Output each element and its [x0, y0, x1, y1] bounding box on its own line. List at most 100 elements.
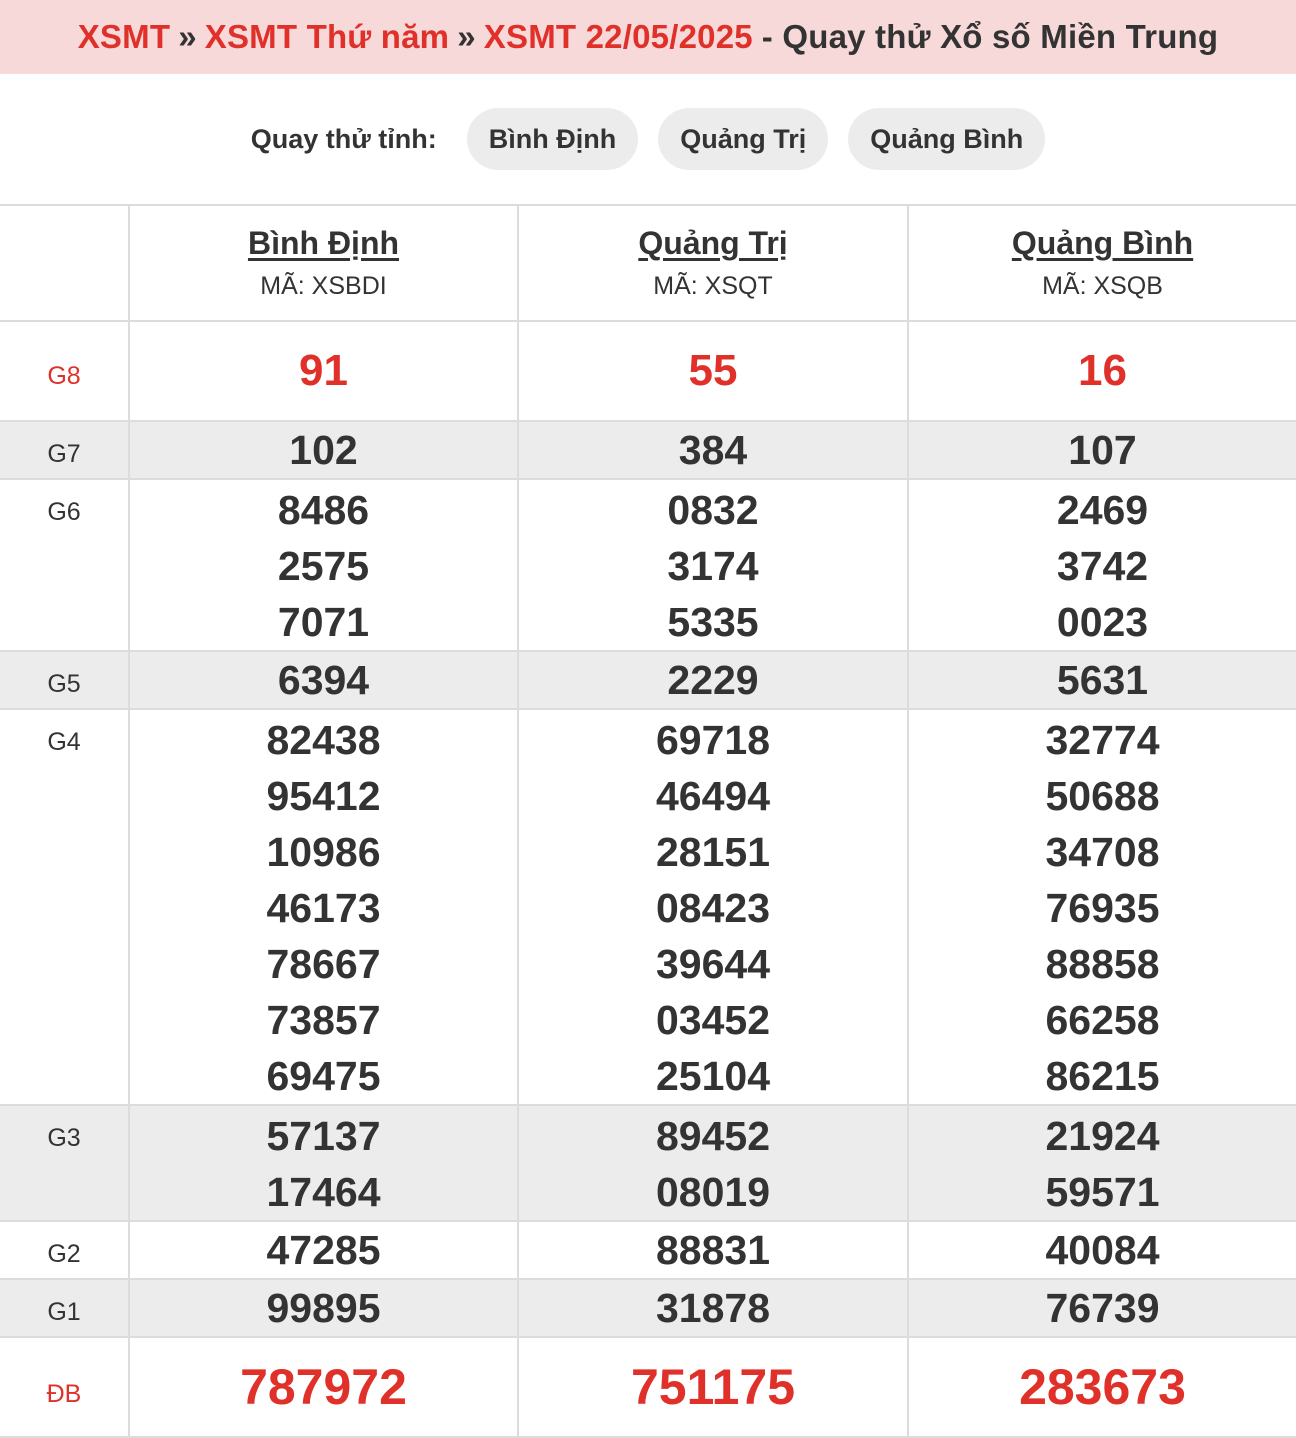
- result-cell: 21924 59571: [907, 1104, 1296, 1222]
- prize-row-g2: G2 47285 88831 40084: [0, 1220, 1296, 1280]
- result-number: 5335: [667, 599, 759, 645]
- result-number: 3174: [667, 543, 759, 589]
- result-cell: 91: [128, 320, 519, 422]
- result-number: 2575: [277, 543, 370, 589]
- result-cell: 32774 50688 34708 76935 88858 66258 86215: [907, 708, 1296, 1106]
- result-cell: 82438 95412 10986 46173 78667 73857 69475: [128, 708, 519, 1106]
- result-number: 78667: [266, 941, 381, 987]
- province-button-quang-binh[interactable]: Quảng Bình: [848, 108, 1046, 170]
- prize-label: G5: [0, 650, 130, 710]
- result-number: 76935: [1045, 885, 1160, 931]
- prize-row-db: ĐB 787972 751175 283673: [0, 1336, 1296, 1438]
- result-cell: 76739: [907, 1278, 1296, 1338]
- page-header: XSMT » XSMT Thứ năm » XSMT 22/05/2025 - …: [0, 0, 1296, 74]
- result-number: 16: [1078, 346, 1127, 395]
- prize-label: G4: [0, 708, 130, 1106]
- result-cell: 40084: [907, 1220, 1296, 1280]
- result-cell: 2469 3742 0023: [907, 478, 1296, 652]
- result-number: 82438: [266, 717, 381, 763]
- result-number: 17464: [266, 1169, 381, 1215]
- province-picker: Quay thử tỉnh: Bình Định Quảng Trị Quảng…: [0, 74, 1296, 206]
- province-link-binh-dinh[interactable]: Bình Định: [130, 225, 517, 262]
- result-number: 86215: [1045, 1053, 1160, 1099]
- result-number: 2229: [667, 657, 759, 703]
- result-number: 91: [299, 346, 348, 395]
- result-number: 107: [1068, 427, 1137, 473]
- result-number: 34708: [1045, 829, 1160, 875]
- prize-label: ĐB: [0, 1336, 130, 1438]
- prize-rows: G8 91 55 16 G7 102 384 107 G6 8486 2575 7071 0832 317…: [0, 320, 1296, 1438]
- result-number: 55: [688, 346, 738, 395]
- prize-label: G2: [0, 1220, 130, 1280]
- prize-row-g7: G7 102 384 107: [0, 420, 1296, 480]
- province-link-quang-binh[interactable]: Quảng Bình: [909, 225, 1296, 262]
- result-cell: 8486 2575 7071: [128, 478, 519, 652]
- province-button-binh-dinh[interactable]: Bình Định: [466, 108, 639, 170]
- result-number: 76739: [1045, 1285, 1160, 1331]
- result-number: 66258: [1045, 997, 1160, 1043]
- prize-row-g3: G3 57137 17464 89452 08019 21924 59571: [0, 1104, 1296, 1222]
- province-header: Quảng Trị MÃ: XSQT: [517, 206, 909, 322]
- breadcrumb-separator: »: [457, 18, 476, 55]
- result-number: 6394: [277, 657, 370, 703]
- result-number: 08423: [655, 885, 770, 931]
- result-number: 25104: [655, 1053, 770, 1099]
- result-number: 89452: [655, 1113, 770, 1159]
- result-cell: 16: [907, 320, 1296, 422]
- result-cell: 102: [128, 420, 519, 480]
- result-cell: 107: [907, 420, 1296, 480]
- results-table: Bình Định MÃ: XSBDI Quảng Trị MÃ: XSQT Q…: [0, 206, 1296, 1438]
- breadcrumb-xsmt-thu-nam[interactable]: XSMT Thứ năm: [205, 18, 449, 56]
- breadcrumb-xsmt-date[interactable]: XSMT 22/05/2025: [484, 18, 753, 56]
- province-link-quang-tri[interactable]: Quảng Trị: [519, 225, 907, 262]
- result-cell: 47285: [128, 1220, 519, 1280]
- result-number: 47285: [266, 1227, 381, 1273]
- result-cell: 751175: [517, 1336, 909, 1438]
- breadcrumb-separator: »: [178, 18, 197, 55]
- result-cell: 2229: [517, 650, 909, 710]
- result-number: 69718: [655, 717, 770, 763]
- province-header: Bình Định MÃ: XSBDI: [128, 206, 519, 322]
- result-number: 2469: [1056, 487, 1149, 533]
- picker-label: Quay thử tỉnh:: [250, 123, 437, 154]
- result-number: 384: [678, 427, 748, 473]
- result-number: 31878: [655, 1285, 770, 1331]
- result-cell: 5631: [907, 650, 1296, 710]
- result-cell: 99895: [128, 1278, 519, 1338]
- page-title-suffix: - Quay thử Xổ số Miền Trung: [761, 18, 1219, 55]
- breadcrumb-xsmt[interactable]: XSMT: [78, 18, 170, 56]
- result-cell: 384: [517, 420, 909, 480]
- province-button-quang-tri[interactable]: Quảng Trị: [658, 108, 829, 170]
- result-number: 46494: [655, 773, 770, 819]
- result-number: 28151: [655, 829, 770, 875]
- result-number: 7071: [277, 599, 370, 645]
- table-header-row: Bình Định MÃ: XSBDI Quảng Trị MÃ: XSQT Q…: [0, 206, 1296, 322]
- prize-row-g5: G5 6394 2229 5631: [0, 650, 1296, 710]
- result-number: 69475: [266, 1053, 381, 1099]
- result-number: 0832: [667, 487, 759, 533]
- result-number: 57137: [266, 1113, 381, 1159]
- result-number: 0023: [1056, 599, 1149, 645]
- result-number: 99895: [266, 1285, 381, 1331]
- result-number: 751175: [630, 1359, 796, 1415]
- result-number: 787972: [240, 1359, 407, 1415]
- result-number: 283673: [1019, 1359, 1186, 1415]
- result-number: 8486: [277, 487, 370, 533]
- result-cell: 6394: [128, 650, 519, 710]
- province-code: MÃ: XSQB: [1042, 272, 1163, 300]
- result-number: 95412: [266, 773, 381, 819]
- result-number: 5631: [1056, 657, 1149, 703]
- header-corner: [0, 206, 129, 322]
- prize-row-g8: G8 91 55 16: [0, 320, 1296, 422]
- prize-row-g6: G6 8486 2575 7071 0832 3174 5335 2469 3742 0023: [0, 478, 1296, 652]
- result-cell: 31878: [517, 1278, 909, 1338]
- prize-row-g4: G4 82438 95412 10986 46173 78667 73857 69475 697…: [0, 708, 1296, 1106]
- result-cell: 0832 3174 5335: [517, 478, 909, 652]
- result-number: 32774: [1045, 717, 1160, 763]
- province-code: MÃ: XSQT: [653, 272, 773, 300]
- prize-label: G1: [0, 1278, 130, 1338]
- prize-row-g1: G1 99895 31878 76739: [0, 1278, 1296, 1338]
- prize-label: G3: [0, 1104, 130, 1222]
- result-cell: 57137 17464: [128, 1104, 519, 1222]
- result-number: 73857: [266, 997, 381, 1043]
